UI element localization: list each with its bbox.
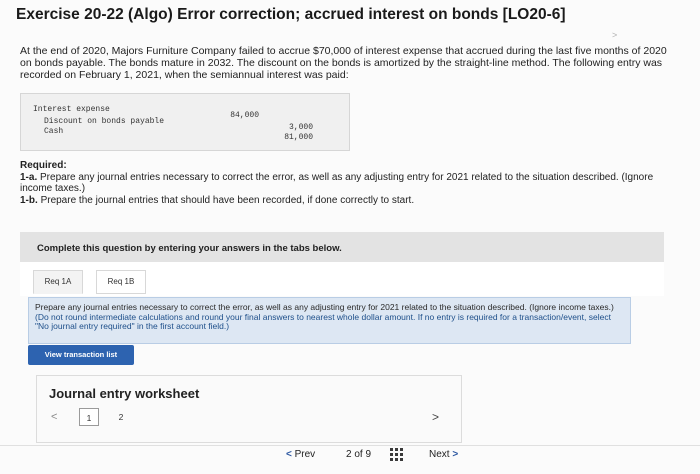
instructions-note: (Do not round intermediate calculations … [35,311,611,332]
tab-req-1b[interactable]: Req 1B [96,270,146,294]
required-item-1a: 1-a. Prepare any journal entries necessa… [20,172,680,195]
required-item-label: 1-b. [20,194,38,206]
required-item-text: Prepare the journal entries that should … [40,194,415,206]
journal-account: Interest expense [33,105,110,114]
intro-paragraph: At the end of 2020, Majors Furniture Com… [20,45,667,81]
journal-debit: 84,000 [230,111,259,120]
chevron-right-icon: > [452,449,459,460]
journal-account: Discount on bonds payable [44,117,165,126]
journal-entry-box: Interest expense 84,000 Discount on bond… [20,93,350,151]
tab-req-1a[interactable]: Req 1A [33,270,83,294]
next-label: Next [429,449,450,460]
required-item-1b: 1-b. Prepare the journal entries that sh… [20,195,680,207]
page-count: 2 of 9 [346,449,372,460]
worksheet-title: Journal entry worksheet [49,386,200,401]
pager-divider [0,445,700,446]
required-item-text: Prepare any journal entries necessary to… [20,171,654,195]
required-heading: Required: [20,160,67,171]
exercise-title: Exercise 20-22 (Algo) Error correction; … [16,6,566,23]
prev-label: Prev [294,449,316,460]
worksheet-next-icon[interactable]: > [432,410,439,424]
grid-menu-icon[interactable] [390,448,403,461]
worksheet-page-2[interactable]: 2 [111,408,131,426]
tabs-bar: Req 1A Req 1B [20,262,664,296]
chevron-left-icon: < [286,449,292,460]
journal-credit: 81,000 [284,133,313,142]
view-transaction-list-button[interactable]: View transaction list [28,345,134,365]
journal-credit: 3,000 [288,123,313,132]
prev-button[interactable]: < Prev [286,449,315,460]
instructions-main: Prepare any journal entries necessary to… [35,302,614,312]
journal-entry-worksheet: Journal entry worksheet < 1 2 [36,375,462,443]
instructions-box: Prepare any journal entries necessary to… [28,297,631,344]
question-pager: < Prev 2 of 9 Next > [0,445,700,469]
required-item-label: 1-a. [20,171,38,183]
worksheet-prev-icon[interactable]: < [51,411,57,423]
required-section: Required: 1-a. Prepare any journal entri… [20,160,680,206]
page-mark: > [612,30,618,40]
next-button[interactable]: Next > [429,449,458,460]
journal-account: Cash [44,127,64,136]
worksheet-page-1[interactable]: 1 [79,408,99,426]
